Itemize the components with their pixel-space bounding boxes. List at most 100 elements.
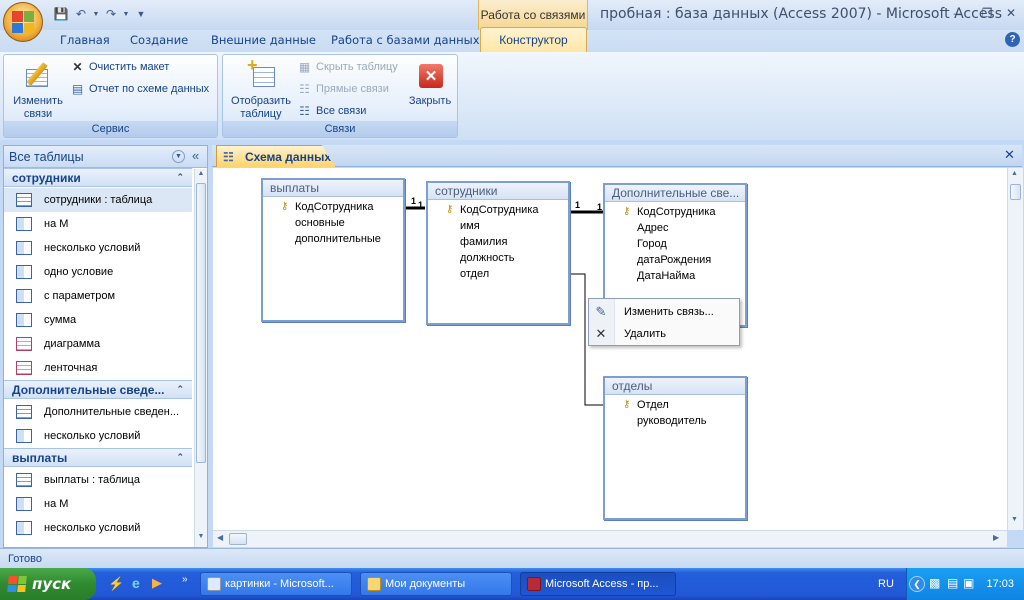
start-button[interactable]: пуск bbox=[0, 568, 96, 600]
close-relations-button[interactable]: ✕ Закрыть bbox=[405, 59, 455, 108]
access-key-icon bbox=[527, 577, 541, 591]
all-relations-button[interactable]: ☷ Все связи bbox=[297, 102, 366, 120]
context-tab-group-title: Работа со связями bbox=[478, 0, 588, 30]
quick-access-toolbar: 💾 ↶ ▼ ↷ ▼ ▼ bbox=[52, 5, 150, 23]
table-box[interactable]: выплаты ⚷ КодСотрудника основные дополнитель… bbox=[261, 178, 405, 322]
tab-create[interactable]: Создание bbox=[130, 33, 188, 51]
nav-scroll-thumb[interactable] bbox=[196, 183, 206, 463]
delete-menu-item[interactable]: ✕ Удалить bbox=[589, 323, 739, 344]
taskbar-item-my-documents[interactable]: Мои документы bbox=[360, 572, 512, 596]
hide-table-button[interactable]: ▦ Скрыть таблицу bbox=[297, 58, 398, 76]
nav-item[interactable]: несколько условий bbox=[4, 236, 192, 260]
nav-group-header[interactable]: выплаты ⌃ bbox=[4, 448, 192, 467]
internet-explorer-icon[interactable]: e bbox=[132, 575, 140, 591]
canvas-vscroll-thumb[interactable] bbox=[1010, 184, 1021, 200]
collapse-chevron-icon[interactable]: ⌃ bbox=[176, 172, 184, 183]
table-title[interactable]: отделы bbox=[605, 378, 745, 395]
table-field[interactable]: ⚷ КодСотрудника bbox=[263, 199, 403, 215]
direct-relations-button[interactable]: ☷ Прямые связи bbox=[297, 80, 389, 98]
language-indicator[interactable]: RU bbox=[878, 578, 894, 590]
nav-header[interactable]: Все таблицы ▼ « bbox=[4, 146, 207, 168]
volume-icon[interactable]: ▤ bbox=[947, 576, 958, 590]
tab-relationships-schema[interactable]: ☷ Схема данных bbox=[216, 145, 336, 167]
folder-icon bbox=[367, 577, 381, 591]
canvas-vertical-scrollbar[interactable]: ▲ ▼ bbox=[1007, 168, 1023, 530]
save-icon[interactable]: 💾 bbox=[52, 5, 70, 23]
office-button[interactable] bbox=[3, 2, 43, 42]
nav-dropdown-icon[interactable]: ▼ bbox=[172, 150, 185, 163]
canvas-hscroll-thumb[interactable] bbox=[229, 533, 247, 545]
document-close-icon[interactable]: ✕ bbox=[1004, 147, 1015, 163]
nav-item[interactable]: одно условие bbox=[4, 260, 192, 284]
nav-group-header[interactable]: Дополнительные сведе... ⌃ bbox=[4, 380, 192, 399]
nav-item[interactable]: сотрудники : таблица bbox=[4, 188, 192, 212]
table-field[interactable]: ⚷ КодСотрудника bbox=[605, 204, 745, 220]
table-field[interactable]: руководитель bbox=[605, 413, 745, 429]
table-title[interactable]: выплаты bbox=[263, 180, 403, 197]
nav-scrollbar[interactable]: ▲ ▼ bbox=[194, 169, 207, 547]
nav-item[interactable]: ленточная bbox=[4, 356, 192, 380]
minimize-icon[interactable]: – bbox=[946, 4, 968, 22]
quicklaunch-icon[interactable]: ⚡ bbox=[108, 576, 124, 592]
undo-icon[interactable]: ↶ bbox=[72, 5, 90, 23]
undo-dropdown-icon[interactable]: ▼ bbox=[92, 5, 100, 23]
collapse-chevron-icon[interactable]: ⌃ bbox=[176, 452, 184, 463]
show-table-button[interactable]: + Отобразить таблицу bbox=[227, 56, 295, 121]
clear-layout-button[interactable]: ✕ Очистить макет bbox=[70, 58, 169, 76]
edit-relations-button[interactable]: Изменить связи bbox=[8, 59, 68, 121]
table-field[interactable]: ⚷ Отдел bbox=[605, 397, 745, 413]
nav-item[interactable]: выплаты : таблица bbox=[4, 468, 192, 492]
table-field[interactable]: Адрес bbox=[605, 220, 745, 236]
schema-report-button[interactable]: ▤ Отчет по схеме данных bbox=[70, 80, 209, 98]
table-title[interactable]: сотрудники bbox=[428, 183, 568, 200]
quicklaunch-more-icon[interactable]: » bbox=[182, 574, 188, 585]
tab-home[interactable]: Главная bbox=[60, 33, 110, 51]
help-icon[interactable]: ? bbox=[1005, 32, 1020, 47]
close-icon[interactable]: ✕ bbox=[1000, 4, 1022, 22]
nav-item[interactable]: несколько условий bbox=[4, 516, 192, 540]
monitor-icon[interactable]: ▣ bbox=[963, 576, 974, 590]
table-title[interactable]: Дополнительные све... bbox=[605, 185, 745, 202]
taskbar-item-pictures[interactable]: картинки - Microsoft... bbox=[200, 572, 352, 596]
nav-item[interactable]: сумма bbox=[4, 308, 192, 332]
nav-item[interactable]: несколько условий bbox=[4, 424, 192, 448]
table-field[interactable]: основные bbox=[263, 215, 403, 231]
table-icon bbox=[16, 405, 32, 419]
nav-collapse-icon[interactable]: « bbox=[192, 148, 199, 163]
collapse-chevron-icon[interactable]: ⌃ bbox=[176, 384, 184, 395]
table-field[interactable]: датаРождения bbox=[605, 252, 745, 268]
canvas-horizontal-scrollbar[interactable]: ◀ ▶ bbox=[213, 530, 1007, 547]
table-field[interactable]: фамилия bbox=[428, 234, 568, 250]
nav-item[interactable]: с параметром bbox=[4, 284, 192, 308]
table-field[interactable]: отдел bbox=[428, 266, 568, 282]
table-field[interactable]: должность bbox=[428, 250, 568, 266]
network-icon[interactable]: ▩ bbox=[929, 576, 940, 590]
customize-icon[interactable]: ▼ bbox=[132, 5, 150, 23]
table-field[interactable]: имя bbox=[428, 218, 568, 234]
query-icon bbox=[16, 497, 32, 511]
restore-icon[interactable]: ❐ bbox=[976, 4, 998, 22]
taskbar-item-access[interactable]: Microsoft Access - пр... bbox=[520, 572, 676, 596]
tab-external-data[interactable]: Внешние данные bbox=[211, 33, 316, 51]
nav-group-header[interactable]: сотрудники ⌃ bbox=[4, 168, 192, 187]
table-field[interactable]: ⚷ КодСотрудника bbox=[428, 202, 568, 218]
redo-icon[interactable]: ↷ bbox=[102, 5, 120, 23]
redo-dropdown-icon[interactable]: ▼ bbox=[122, 5, 130, 23]
primary-key-icon: ⚷ bbox=[623, 206, 631, 217]
nav-item[interactable]: на М bbox=[4, 492, 192, 516]
form-icon bbox=[16, 361, 32, 375]
tray-expand-icon[interactable]: ❮ bbox=[909, 576, 925, 592]
table-box[interactable]: сотрудники ⚷ КодСотрудника имя фамилия должно… bbox=[426, 181, 570, 325]
table-box[interactable]: отделы ⚷ Отдел руководитель bbox=[603, 376, 747, 520]
tab-database-tools[interactable]: Работа с базами данных bbox=[331, 33, 480, 51]
media-player-icon[interactable]: ▶ bbox=[152, 575, 162, 591]
table-field[interactable]: Город bbox=[605, 236, 745, 252]
window-title: пробная : база данных (Access 2007) - Mi… bbox=[600, 6, 1003, 22]
tab-designer[interactable]: Конструктор bbox=[480, 27, 587, 52]
nav-item[interactable]: на М bbox=[4, 212, 192, 236]
table-field[interactable]: дополнительные bbox=[263, 231, 403, 247]
edit-relation-menu-item[interactable]: ✎ Изменить связь... bbox=[589, 301, 739, 322]
table-field[interactable]: ДатаНайма bbox=[605, 268, 745, 284]
nav-item[interactable]: диаграмма bbox=[4, 332, 192, 356]
nav-item[interactable]: Дополнительные сведен... bbox=[4, 400, 192, 424]
